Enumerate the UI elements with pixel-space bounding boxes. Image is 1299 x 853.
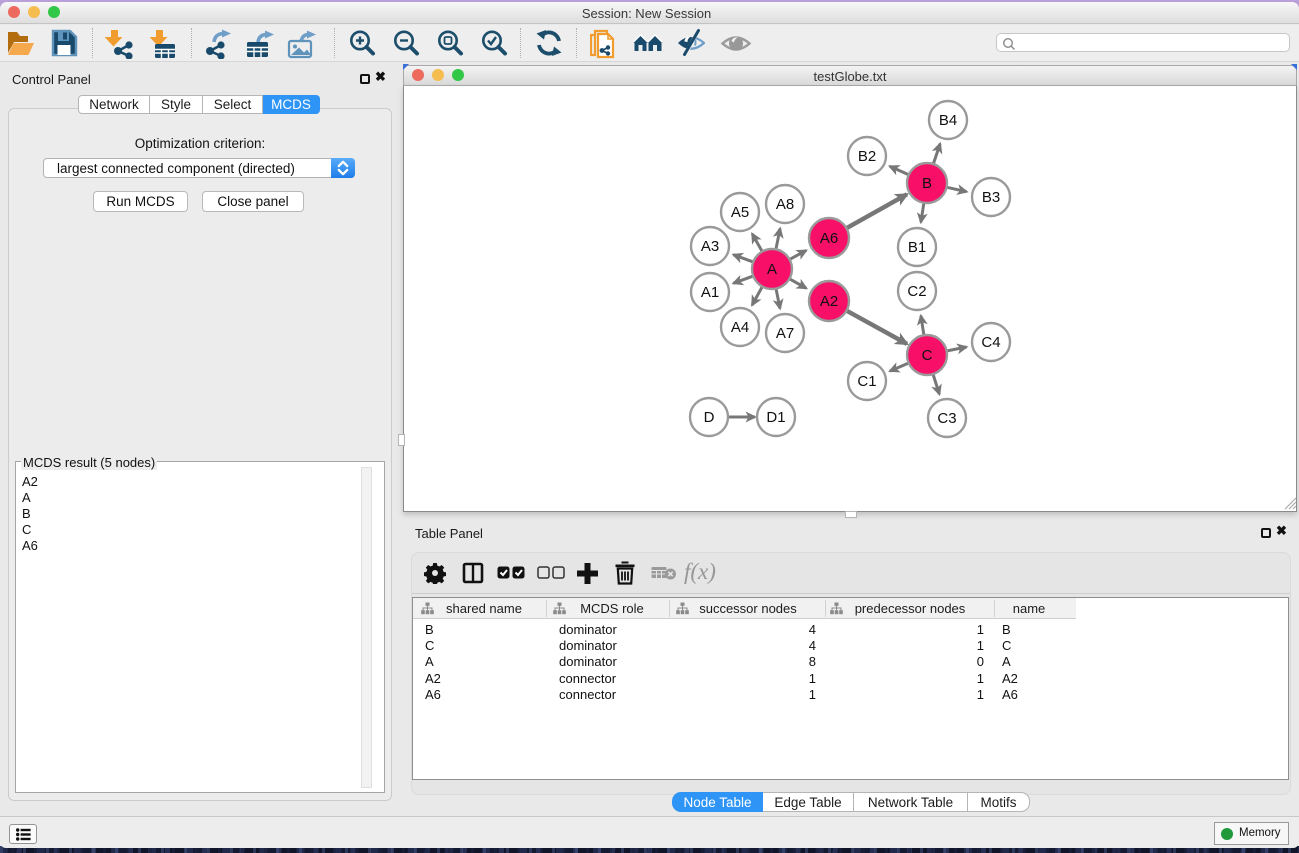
svg-text:B4: B4: [939, 112, 957, 129]
svg-text:C3: C3: [937, 410, 956, 427]
svg-text:C2: C2: [907, 283, 926, 300]
svg-text:A4: A4: [731, 319, 749, 336]
svg-text:C4: C4: [981, 334, 1000, 351]
svg-text:A5: A5: [731, 204, 749, 221]
svg-text:C1: C1: [857, 373, 876, 390]
svg-text:B: B: [922, 175, 932, 192]
svg-text:B1: B1: [908, 239, 926, 256]
svg-text:B3: B3: [982, 189, 1000, 206]
svg-text:D1: D1: [766, 409, 785, 426]
svg-text:A7: A7: [776, 325, 794, 342]
svg-text:A2: A2: [820, 293, 838, 310]
svg-text:A3: A3: [701, 238, 719, 255]
svg-text:A1: A1: [701, 284, 719, 301]
svg-text:A: A: [767, 261, 777, 278]
svg-text:A6: A6: [820, 230, 838, 247]
svg-text:D: D: [704, 409, 715, 426]
svg-text:A8: A8: [776, 196, 794, 213]
svg-text:B2: B2: [858, 148, 876, 165]
svg-text:C: C: [922, 347, 933, 364]
